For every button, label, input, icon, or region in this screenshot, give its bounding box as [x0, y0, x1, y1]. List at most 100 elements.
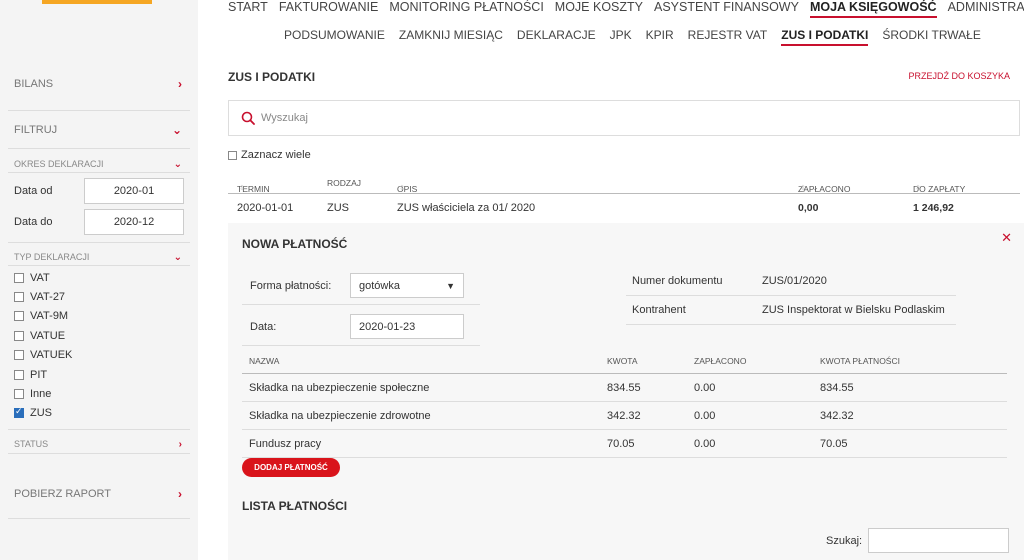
nav-start[interactable]: START: [228, 0, 268, 18]
nav-administracja[interactable]: ADMINISTRACJA: [948, 0, 1024, 18]
checkbox-icon[interactable]: [14, 350, 24, 360]
nav-monitoring-platnosci[interactable]: MONITORING PŁATNOŚCI: [389, 0, 543, 18]
nav-moja-ksiegowosc[interactable]: MOJA KSIĘGOWOŚĆ: [809, 0, 937, 18]
date-from-input[interactable]: 2020-01: [84, 178, 184, 204]
sort-icon: ⇳: [399, 185, 405, 192]
divider: [8, 242, 190, 243]
payments-search-input[interactable]: [868, 528, 1010, 553]
cell-kwota: 70.05: [607, 438, 635, 450]
payment-method-row: Forma płatności: gotówka ▼: [242, 267, 480, 305]
table-header: TERMIN ⇳ RODZAJ OPIS ⇳ ZAPŁACONO ⇳ DO ZAPŁA…: [228, 172, 1020, 194]
checkbox-vatuek[interactable]: VATUEK: [14, 349, 72, 361]
chevron-right-icon: ›: [178, 487, 182, 501]
date-to-input[interactable]: 2020-12: [84, 209, 184, 235]
select-many-label: Zaznacz wiele: [241, 149, 311, 161]
tab-zus-i-podatki[interactable]: ZUS I PODATKI: [781, 28, 869, 46]
sidebar-item-label: BILANS: [14, 78, 54, 90]
checkbox-pit[interactable]: PIT: [14, 369, 47, 381]
tab-deklaracje[interactable]: DEKLARACJE: [517, 28, 596, 46]
chevron-down-icon: ⌄: [171, 123, 182, 137]
cart-link[interactable]: PRZEJDŹ DO KOSZYKA: [908, 71, 1010, 81]
table-row[interactable]: 2020-01-01 ZUS ZUS właściciela za 01/ 20…: [228, 194, 1020, 223]
divider: [8, 148, 190, 149]
payment-method-label: Forma płatności:: [250, 279, 332, 292]
checkbox-icon[interactable]: [228, 150, 237, 160]
cell-termin: 2020-01-01: [237, 202, 294, 214]
col-kwota: KWOTA: [607, 356, 638, 366]
close-icon[interactable]: ✕: [1001, 230, 1012, 246]
checkbox-icon[interactable]: [14, 311, 24, 321]
new-payment-panel: NOWA PŁATNOŚĆ ✕ Forma płatności: gotówka…: [228, 223, 1024, 560]
caret-down-icon: ▼: [446, 280, 455, 291]
cell-zaplacono: 0.00: [694, 382, 716, 394]
payment-date-value: 2020-01-23: [359, 320, 416, 333]
checkbox-zus[interactable]: ZUS: [14, 406, 52, 419]
nav-moje-koszty[interactable]: MOJE KOSZTY: [555, 0, 643, 18]
tab-jpk[interactable]: JPK: [610, 28, 632, 46]
search-icon: [241, 111, 255, 125]
sub-nav: PODSUMOWANIE ZAMKNIJ MIESIĄC DEKLARACJE …: [284, 28, 981, 46]
checkbox-checked-icon[interactable]: [14, 406, 24, 418]
logo[interactable]: [42, 0, 152, 4]
filter-status[interactable]: STATUS ›: [0, 437, 198, 451]
sidebar-item-filtruj[interactable]: FILTRUJ ⌄: [0, 122, 198, 138]
table-row[interactable]: Fundusz pracy 70.05 0.00 70.05: [242, 430, 1007, 458]
select-many-toggle[interactable]: Zaznacz wiele: [228, 149, 311, 161]
contractor-value: ZUS Inspektorat w Bielsku Podlaskim: [762, 304, 945, 316]
tab-srodki-trwale[interactable]: ŚRODKI TRWAŁE: [882, 28, 980, 46]
checkbox-icon[interactable]: [14, 331, 24, 341]
payment-method-select[interactable]: gotówka ▼: [350, 273, 464, 298]
checkbox-inne[interactable]: Inne: [14, 388, 51, 400]
tab-zamknij-miesiac[interactable]: ZAMKNIJ MIESIĄC: [399, 28, 503, 46]
divider: [8, 110, 190, 111]
add-payment-button[interactable]: DODAJ PŁATNOŚĆ: [242, 458, 340, 477]
panel-title: NOWA PŁATNOŚĆ: [242, 237, 348, 251]
checkbox-vat[interactable]: VAT: [14, 272, 50, 284]
document-number-label: Numer dokumentu: [632, 275, 723, 287]
chevron-down-icon: ⌄: [173, 158, 182, 170]
chevron-down-icon: ⌄: [173, 251, 182, 263]
contractor-row: Kontrahent ZUS Inspektorat w Bielsku Pod…: [626, 296, 956, 325]
col-zaplacono: ZAPŁACONO: [694, 356, 747, 366]
nav-fakturowanie[interactable]: FAKTUROWANIE: [279, 0, 379, 18]
filter-label: TYP DEKLARACJI: [14, 252, 90, 262]
filter-typ-deklaracji[interactable]: TYP DEKLARACJI ⌄: [0, 250, 198, 264]
checkbox-icon[interactable]: [14, 389, 24, 399]
checkbox-vatue[interactable]: VATUE: [14, 330, 65, 342]
filter-okres-deklaracji[interactable]: OKRES DEKLARACJI ⌄: [0, 157, 198, 171]
contractor-label: Kontrahent: [632, 304, 686, 316]
checkbox-label: VAT-27: [30, 291, 66, 303]
table-row[interactable]: Składka na ubezpieczenie społeczne 834.5…: [242, 374, 1007, 402]
checkbox-icon[interactable]: [14, 273, 24, 283]
checkbox-label: VAT-9M: [30, 310, 69, 322]
cell-kwota-platnosci: 70.05: [820, 438, 848, 450]
cell-kwota: 342.32: [607, 410, 641, 422]
checkbox-label: VATUE: [30, 330, 66, 342]
sidebar-item-bilans[interactable]: BILANS ›: [0, 76, 198, 92]
cell-nazwa: Składka na ubezpieczenie zdrowotne: [249, 410, 431, 422]
checkbox-vat-9m[interactable]: VAT-9M: [14, 310, 68, 322]
tab-podsumowanie[interactable]: PODSUMOWANIE: [284, 28, 385, 46]
search-input[interactable]: Wyszukaj: [228, 100, 1020, 136]
sidebar-item-pobierz-raport[interactable]: POBIERZ RAPORT ›: [0, 486, 198, 502]
cell-zaplacono: 0.00: [694, 410, 716, 422]
cell-kwota-platnosci: 834.55: [820, 382, 854, 394]
tab-kpir[interactable]: KPIR: [646, 28, 674, 46]
filter-label: OKRES DEKLARACJI: [14, 159, 104, 169]
checkbox-icon[interactable]: [14, 370, 24, 380]
divider: [8, 429, 190, 430]
checkbox-label: VATUEK: [30, 349, 73, 361]
date-to-label: Data do: [14, 216, 53, 228]
payments-search: Szukaj:: [826, 528, 1010, 553]
nav-asystent-finansowy[interactable]: ASYSTENT FINANSOWY: [654, 0, 799, 18]
tab-rejestr-vat[interactable]: REJESTR VAT: [688, 28, 768, 46]
payment-date-input[interactable]: 2020-01-23: [350, 314, 464, 339]
payment-date-label: Data:: [250, 320, 277, 333]
page-title: ZUS I PODATKI: [228, 70, 316, 84]
items-table-header: NAZWA KWOTA ZAPŁACONO KWOTA PŁATNOŚCI: [242, 352, 1007, 374]
cell-zaplacono: 0,00: [798, 202, 819, 214]
checkbox-icon[interactable]: [14, 292, 24, 302]
table-row[interactable]: Składka na ubezpieczenie zdrowotne 342.3…: [242, 402, 1007, 430]
sort-icon: ⇳: [239, 185, 245, 192]
checkbox-vat-27[interactable]: VAT-27: [14, 291, 65, 303]
